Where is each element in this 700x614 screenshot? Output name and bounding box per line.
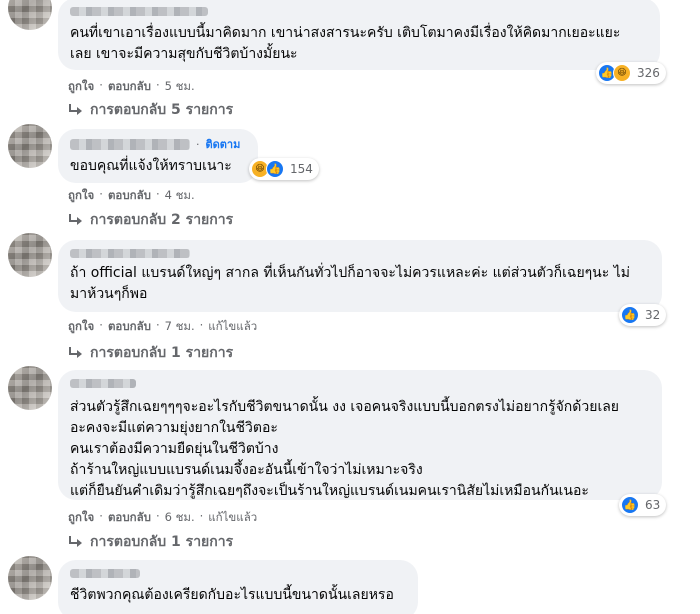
commenter-avatar[interactable] bbox=[8, 366, 52, 410]
comment-text: ส่วนตัวรู้สึกเฉยๆๆๆจะอะไรกับชีวิตขนาดนั้… bbox=[70, 399, 620, 499]
comment-text: ชีวิตพวกคุณต้องเครียดกับอะไรแบบนี้ขนาดนั… bbox=[70, 587, 394, 603]
comment-text: ถ้า official แบรนด์ใหญ่ๆ สากล ที่เห็นกัน… bbox=[70, 265, 630, 302]
reaction-summary[interactable]: 😆 👍 154 bbox=[249, 158, 319, 180]
like-reaction-icon: 👍 bbox=[266, 160, 284, 178]
like-reaction-icon: 👍 bbox=[621, 306, 639, 324]
comment-bubble: ถ้า official แบรนด์ใหญ่ๆ สากล ที่เห็นกัน… bbox=[58, 240, 662, 312]
comment-time[interactable]: 7 ชม. bbox=[165, 318, 195, 336]
reply-link[interactable]: ตอบกลับ bbox=[108, 187, 151, 205]
comment-time[interactable]: 6 ชม. bbox=[165, 509, 195, 527]
comment-text: ขอบคุณที่แจ้งให้ทราบเนาะ bbox=[70, 158, 232, 174]
view-replies-button[interactable]: การตอบกลับ 1 รายการ bbox=[68, 531, 233, 553]
reaction-summary[interactable]: 👍 32 bbox=[619, 304, 667, 326]
reply-arrow-icon bbox=[68, 536, 82, 548]
commenter-name[interactable] bbox=[70, 378, 136, 388]
view-replies-button[interactable]: การตอบกลับ 1 รายการ bbox=[68, 342, 233, 364]
comment-bubble: ส่วนตัวรู้สึกเฉยๆๆๆจะอะไรกับชีวิตขนาดนั้… bbox=[58, 370, 662, 500]
commenter-avatar[interactable] bbox=[8, 233, 52, 277]
follow-button[interactable]: ติดตาม bbox=[206, 135, 241, 153]
commenter-avatar[interactable] bbox=[8, 0, 52, 30]
reply-arrow-icon bbox=[68, 347, 82, 359]
comment-bubble: คนที่เขาเอาเรื่องแบบนี้มาคิดมาก เขาน่าสง… bbox=[58, 0, 660, 70]
like-link[interactable]: ถูกใจ bbox=[68, 318, 94, 336]
reply-link[interactable]: ตอบกลับ bbox=[108, 318, 151, 336]
view-replies-button[interactable]: การตอบกลับ 5 รายการ bbox=[68, 99, 233, 121]
view-replies-button[interactable]: การตอบกลับ 2 รายการ bbox=[68, 209, 233, 231]
commenter-avatar[interactable] bbox=[8, 124, 52, 168]
reply-link[interactable]: ตอบกลับ bbox=[108, 78, 151, 96]
commenter-avatar[interactable] bbox=[8, 556, 52, 600]
comment-actions: ถูกใจ · ตอบกลับ · 5 ชม. bbox=[68, 78, 195, 96]
comment-actions: ถูกใจ · ตอบกลับ · 4 ชม. bbox=[68, 187, 195, 205]
commenter-name[interactable] bbox=[70, 568, 140, 578]
like-link[interactable]: ถูกใจ bbox=[68, 78, 94, 96]
like-link[interactable]: ถูกใจ bbox=[68, 187, 94, 205]
reply-link[interactable]: ตอบกลับ bbox=[108, 509, 151, 527]
comment-actions: ถูกใจ · ตอบกลับ · 6 ชม. · แก้ไขแล้ว bbox=[68, 509, 257, 527]
edited-label[interactable]: แก้ไขแล้ว bbox=[208, 318, 257, 336]
haha-reaction-icon: 😆 bbox=[613, 64, 631, 82]
comment-time[interactable]: 5 ชม. bbox=[165, 78, 195, 96]
edited-label[interactable]: แก้ไขแล้ว bbox=[208, 509, 257, 527]
comment-text: คนที่เขาเอาเรื่องแบบนี้มาคิดมาก เขาน่าสง… bbox=[70, 25, 621, 62]
comment-bubble: · ติดตาม ขอบคุณที่แจ้งให้ทราบเนาะ bbox=[58, 129, 258, 183]
commenter-name[interactable] bbox=[70, 138, 190, 150]
comment-bubble: ชีวิตพวกคุณต้องเครียดกับอะไรแบบนี้ขนาดนั… bbox=[58, 560, 418, 614]
comment-actions: ถูกใจ · ตอบกลับ · 7 ชม. · แก้ไขแล้ว bbox=[68, 318, 257, 336]
reaction-summary[interactable]: 👍 😆 326 bbox=[596, 62, 666, 84]
commenter-name[interactable] bbox=[70, 6, 208, 16]
commenter-name[interactable] bbox=[70, 248, 190, 258]
reply-arrow-icon bbox=[68, 214, 82, 226]
reaction-summary[interactable]: 👍 63 bbox=[619, 494, 667, 516]
reply-arrow-icon bbox=[68, 104, 82, 116]
comment-time[interactable]: 4 ชม. bbox=[165, 187, 195, 205]
like-link[interactable]: ถูกใจ bbox=[68, 509, 94, 527]
like-reaction-icon: 👍 bbox=[621, 496, 639, 514]
